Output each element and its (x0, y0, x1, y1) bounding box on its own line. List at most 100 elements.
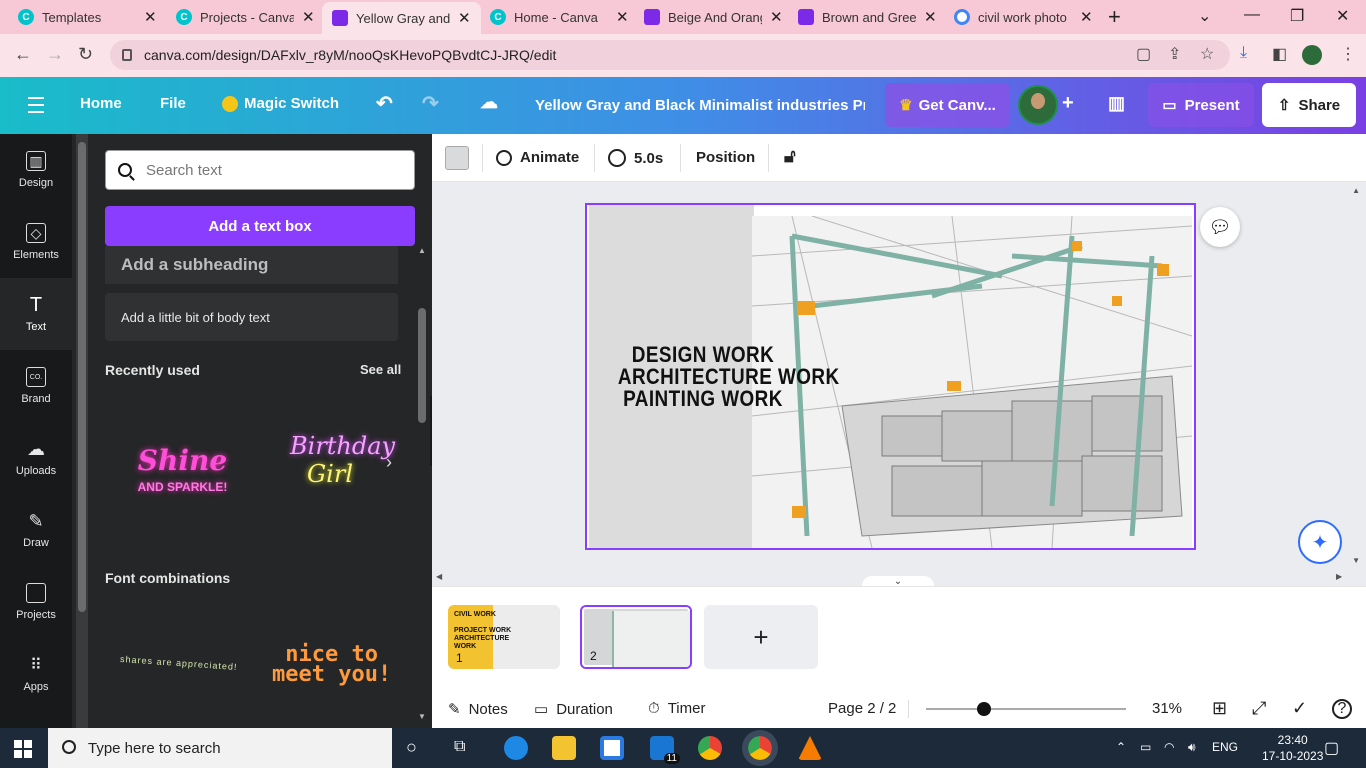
page-icon[interactable]: ▢ (1136, 44, 1151, 64)
slide-text-block[interactable]: DESIGN WORK ARCHITECTURE WORK PAINTING W… (618, 344, 839, 410)
minimize-icon[interactable]: — (1244, 6, 1260, 24)
magic-assistant-sparkle-icon[interactable]: ✦ (1298, 520, 1342, 564)
add-comment-icon[interactable]: 💬︎ (1200, 207, 1240, 247)
add-collaborator-icon[interactable]: + (1062, 92, 1074, 115)
zoom-percentage[interactable]: 31% (1152, 700, 1182, 717)
browser-tab[interactable]: C Projects - Canva ✕ (166, 0, 325, 34)
present-button[interactable]: ▭ Present (1148, 83, 1254, 127)
network-icon[interactable]: ▭ (1140, 740, 1151, 754)
duration-button[interactable]: 5.0s (608, 149, 663, 167)
profile-avatar-icon[interactable] (1302, 45, 1322, 65)
scrollbar-thumb[interactable] (78, 142, 86, 612)
mail-icon[interactable]: 11 (650, 736, 680, 764)
sidebar-icon[interactable]: ◧ (1272, 44, 1287, 64)
browser-tab[interactable]: C Home - Canva ✕ (480, 0, 639, 34)
language-indicator[interactable]: ENG (1212, 740, 1238, 754)
back-icon[interactable]: ← (14, 44, 32, 65)
scroll-up-icon[interactable]: ▲ (418, 246, 426, 255)
timer-button[interactable]: ⏱︎ Timer (648, 700, 705, 717)
file-menu[interactable]: File (160, 95, 186, 112)
wifi-icon[interactable]: ◠ (1164, 740, 1174, 754)
vlc-icon[interactable] (798, 736, 822, 760)
get-canva-pro-button[interactable]: ♛ Get Canv... (885, 83, 1010, 127)
restore-icon[interactable]: ❐ (1290, 6, 1304, 26)
browser-tab-active[interactable]: Yellow Gray and ✕ (322, 2, 481, 34)
cloud-save-icon[interactable]: ☁ (480, 92, 498, 113)
reload-icon[interactable]: ↻ (78, 44, 93, 65)
close-icon[interactable]: ✕ (770, 8, 783, 26)
home-button[interactable]: Home (80, 95, 122, 112)
window-close-icon[interactable]: ✕ (1336, 6, 1349, 26)
add-text-box-button[interactable]: Add a text box (105, 206, 415, 246)
background-color-swatch[interactable] (445, 146, 469, 170)
scroll-up-icon[interactable]: ▲ (1352, 186, 1360, 195)
scroll-left-icon[interactable]: ◀ (436, 572, 442, 581)
close-icon[interactable]: ✕ (302, 8, 315, 26)
rail-item-brand[interactable]: CO. Brand (0, 350, 72, 422)
duration-toggle-button[interactable]: ▭ Duration (534, 700, 613, 719)
tray-chevron-up-icon[interactable]: ⌃ (1116, 740, 1126, 754)
scrollbar-thumb[interactable] (418, 308, 426, 423)
panel-inner-scrollbar[interactable]: ▲ ▼ (416, 246, 428, 726)
page-indicator[interactable]: Page 2 / 2 (828, 700, 896, 717)
check-circle-icon[interactable]: ✓ (1292, 698, 1307, 719)
help-icon[interactable]: ? (1332, 699, 1352, 719)
notes-button[interactable]: ✎ Notes (448, 700, 508, 719)
fullscreen-icon[interactable]: ⤢ (1252, 698, 1266, 719)
chrome-active-icon[interactable] (742, 730, 778, 766)
notifications-icon[interactable]: ▢ (1324, 738, 1339, 758)
browser-tab[interactable]: Brown and Gree ✕ (788, 0, 947, 34)
close-icon[interactable]: ✕ (458, 9, 471, 27)
zoom-slider-handle[interactable] (976, 702, 991, 716)
edge-icon[interactable] (504, 736, 528, 760)
animate-button[interactable]: Animate (496, 149, 579, 166)
browser-tab[interactable]: C Templates ✕ (8, 0, 167, 34)
text-style-shine[interactable]: Shine AND SPARKLE! (135, 447, 230, 500)
rail-item-apps[interactable]: ⠿ Apps (0, 638, 72, 710)
new-tab-icon[interactable]: + (1108, 4, 1121, 30)
font-combo-nice-to-meet-you[interactable]: nice to meet you! (272, 644, 391, 686)
chevron-right-icon[interactable]: › (386, 452, 392, 473)
share-page-icon[interactable]: ⇪ (1168, 44, 1181, 64)
grid-view-icon[interactable]: ⊞ (1212, 698, 1227, 719)
menu-kebab-icon[interactable]: ⋮ (1340, 44, 1356, 64)
rail-item-design[interactable]: ▥ Design (0, 134, 72, 206)
avatar[interactable] (1018, 85, 1058, 125)
rail-item-draw[interactable]: ✎ Draw (0, 494, 72, 566)
cortana-icon[interactable]: ○ (406, 737, 417, 758)
clock[interactable]: 23:40 17-10-2023 (1262, 732, 1323, 764)
add-page-button[interactable]: + (704, 605, 818, 669)
scroll-right-icon[interactable]: ▶ (1336, 572, 1342, 581)
file-explorer-icon[interactable] (552, 736, 576, 760)
scroll-down-icon[interactable]: ▼ (418, 712, 426, 721)
store-icon[interactable] (600, 736, 624, 760)
share-button[interactable]: ⇧ Share (1262, 83, 1356, 127)
bookmark-star-icon[interactable]: ☆ (1200, 44, 1214, 64)
add-subheading-button[interactable]: Add a subheading (105, 246, 398, 284)
text-style-birthday[interactable]: Birthday Girl (290, 432, 395, 488)
position-button[interactable]: Position (696, 149, 755, 166)
page-thumbnail-1[interactable]: CIVIL WORK PROJECT WORK ARCHITECTURE WOR… (448, 605, 560, 669)
download-icon[interactable]: ⤓ (1240, 44, 1247, 62)
redo-icon[interactable]: ↷ (422, 91, 439, 116)
zoom-slider-track[interactable] (926, 708, 1126, 710)
rail-item-elements[interactable]: ◇ Elements (0, 206, 72, 278)
taskbar-search-input[interactable]: Type here to search (48, 728, 392, 768)
url-bar[interactable]: canva.com/design/DAFxlv_r8yM/nooQsKHevoP… (110, 40, 1230, 70)
windows-start-icon[interactable] (14, 740, 32, 758)
browser-tab[interactable]: Beige And Orang ✕ (634, 0, 793, 34)
magic-switch-button[interactable]: Magic Switch (222, 95, 339, 112)
search-text-input[interactable]: Search text (105, 150, 415, 190)
page-thumbnail-2[interactable]: 2 (580, 605, 692, 669)
menu-hamburger-icon[interactable] (28, 97, 44, 118)
close-icon[interactable]: ✕ (1080, 8, 1093, 26)
see-all-link[interactable]: See all (360, 362, 401, 377)
close-icon[interactable]: ✕ (924, 8, 937, 26)
document-title[interactable]: Yellow Gray and Black Minimalist industr… (535, 97, 865, 114)
close-icon[interactable]: ✕ (616, 8, 629, 26)
forward-icon[interactable]: → (46, 44, 64, 65)
lock-icon[interactable]: 🔓︎ (784, 146, 796, 167)
add-body-text-button[interactable]: Add a little bit of body text (105, 293, 398, 341)
close-icon[interactable]: ✕ (144, 8, 157, 26)
tab-search-chevron-icon[interactable]: ⌄ (1198, 6, 1211, 26)
